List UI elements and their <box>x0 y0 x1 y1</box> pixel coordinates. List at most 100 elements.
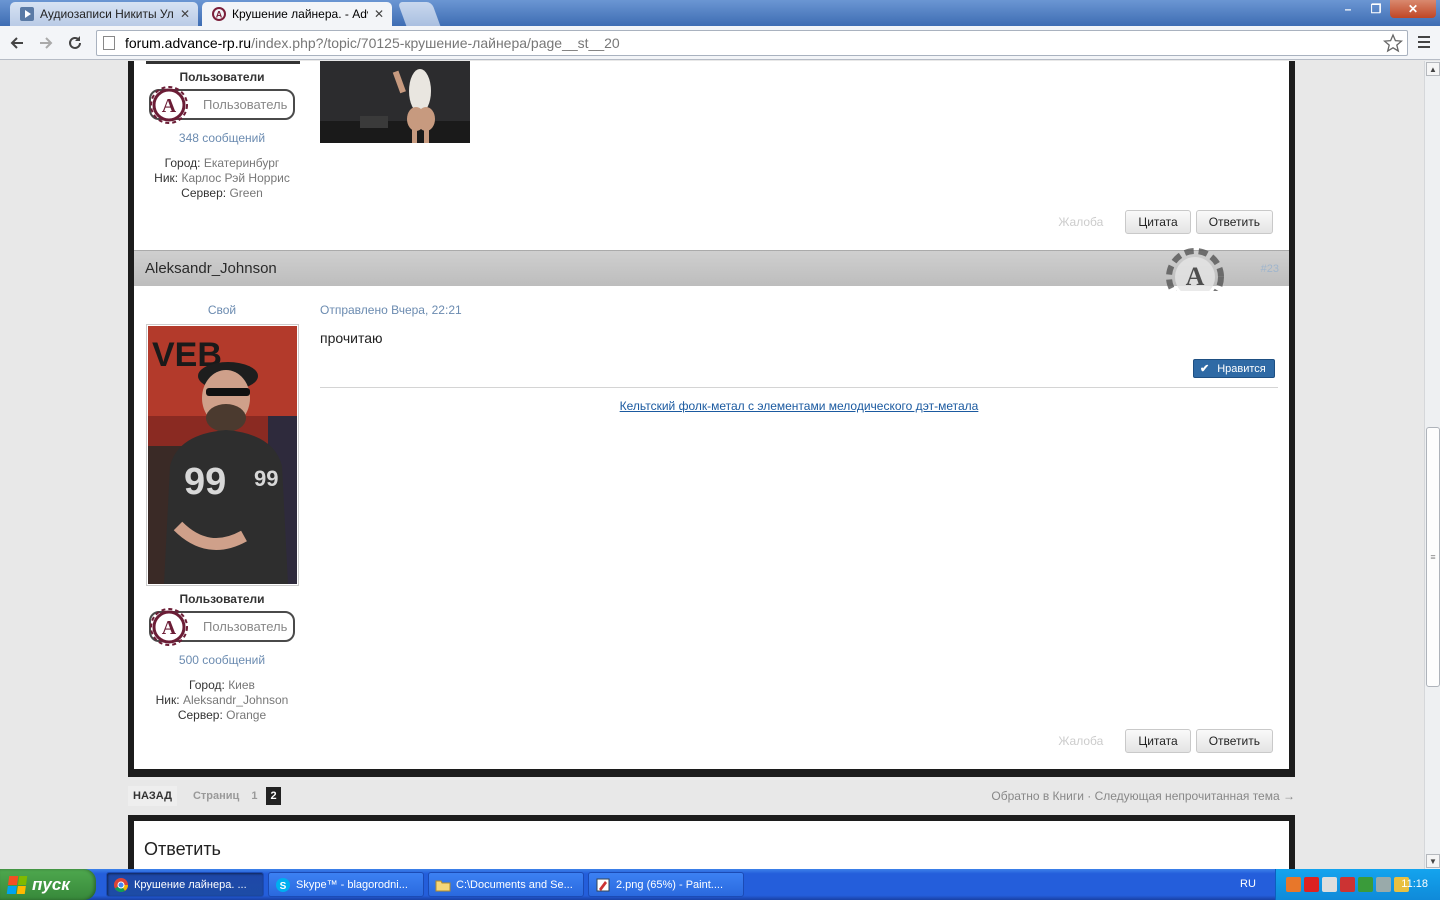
svg-text:A: A <box>162 95 177 117</box>
scroll-up-arrow-icon[interactable]: ▲ <box>1426 62 1440 76</box>
taskbar-item-label: C:\Documents and Se... <box>456 878 573 891</box>
check-icon: ✔ <box>1200 363 1210 375</box>
user-title: Свой <box>207 303 237 317</box>
close-icon[interactable]: ✕ <box>374 7 384 21</box>
field-city: Город: Киев <box>189 678 255 692</box>
start-label: пуск <box>32 874 70 894</box>
taskbar-item-paint[interactable]: 2.png (65%) - Paint.... <box>588 872 744 897</box>
field-server: Сервер: Orange <box>177 708 267 722</box>
page-link-1[interactable]: 1 <box>251 790 257 802</box>
tray-app-icon[interactable] <box>1286 877 1301 892</box>
page-viewport: Пользователи A Пользователь 348 сообщени… <box>0 61 1424 869</box>
browser-tab-strip: Аудиозаписи Никиты Ульяно ✕ A Крушение л… <box>0 0 1440 26</box>
reply-title: Ответить <box>144 839 221 859</box>
windows-flag-icon <box>6 875 28 894</box>
signature-link[interactable]: Кельтский фолк-метал с элементами мелоди… <box>320 399 1278 413</box>
folder-icon <box>435 877 451 893</box>
post-author[interactable]: Aleksandr_Johnson <box>145 260 277 277</box>
svg-text:A: A <box>216 10 223 20</box>
url-path: /index.php?/topic/70125-крушение-лайнера… <box>251 35 620 51</box>
advance-logo-icon: A <box>212 7 226 21</box>
rank-label: Пользователь <box>203 619 288 634</box>
user-group: Пользователи <box>179 70 265 84</box>
reply-button[interactable]: Ответить <box>1195 729 1273 753</box>
scroll-down-arrow-icon[interactable]: ▼ <box>1426 854 1440 868</box>
close-icon[interactable]: ✕ <box>180 7 190 21</box>
taskbar-item-explorer[interactable]: C:\Documents and Se... <box>428 872 584 897</box>
field-city: Город: Екатеринбург <box>164 156 280 170</box>
rank-label: Пользователь <box>203 97 288 112</box>
svg-text:A: A <box>1186 262 1205 291</box>
field-server: Сервер: Green <box>181 186 263 200</box>
reload-button[interactable] <box>62 30 88 56</box>
report-link[interactable]: Жалоба <box>1058 734 1103 748</box>
page-scrollbar[interactable]: ▲ ≡ ▼ <box>1424 61 1440 869</box>
report-link[interactable]: Жалоба <box>1058 215 1103 229</box>
topic-nav-links[interactable]: Обратно в Книги · Следующая непрочитанна… <box>991 789 1295 803</box>
scroll-thumb[interactable]: ≡ <box>1426 427 1440 687</box>
reply-box: Ответить <box>134 821 1289 869</box>
chrome-icon <box>113 877 129 893</box>
start-button[interactable]: пуск <box>0 869 96 900</box>
user-group: Пользователи <box>179 592 265 606</box>
svg-text:99: 99 <box>254 466 278 491</box>
user-pane-prev: Пользователи A Пользователь 348 сообщени… <box>134 70 310 201</box>
reply-button[interactable]: Ответить <box>1195 210 1273 234</box>
skype-icon: S <box>275 877 291 893</box>
advance-watermark-icon: A <box>1166 248 1224 291</box>
like-button[interactable]: ✔ Нравится <box>1193 359 1275 378</box>
profile-fields: Город: Екатеринбург Ник: Карлос Рэй Норр… <box>134 156 310 201</box>
tab-audio[interactable]: Аудиозаписи Никиты Ульяно ✕ <box>10 2 198 26</box>
posts-container: Пользователи A Пользователь 348 сообщени… <box>134 61 1289 769</box>
reload-icon <box>69 36 81 49</box>
quote-button[interactable]: Цитата <box>1125 729 1191 753</box>
restore-button[interactable]: ❐ <box>1362 0 1390 18</box>
tray-app-icon[interactable] <box>1340 877 1355 892</box>
post-actions-prev: Жалоба Цитата Ответить <box>1058 210 1273 234</box>
taskbar-item-chrome[interactable]: Крушение лайнера. ... <box>106 872 264 897</box>
back-button[interactable] <box>4 30 30 56</box>
posts-count-link[interactable]: 348 сообщений <box>134 131 310 145</box>
avatar[interactable]: VEB 99 99 <box>145 324 299 586</box>
quote-button[interactable]: Цитата <box>1125 210 1191 234</box>
user-pane: Свой VEB 99 99 Пользователи A Пользовате… <box>134 303 310 723</box>
close-window-button[interactable]: ✕ <box>1390 0 1436 18</box>
address-bar[interactable]: forum.advance-rp.ru/index.php?/topic/701… <box>96 30 1408 56</box>
rank-badge: A Пользователь <box>149 608 295 646</box>
forward-button[interactable] <box>33 30 59 56</box>
pagination-back-button[interactable]: НАЗАД <box>128 786 177 806</box>
avatar-bottom-edge <box>146 61 300 64</box>
browser-toolbar: forum.advance-rp.ru/index.php?/topic/701… <box>0 26 1440 60</box>
post-body: прочитаю <box>320 330 383 346</box>
new-tab-button[interactable] <box>397 2 441 26</box>
url-host: forum.advance-rp.ru <box>125 35 252 51</box>
language-indicator[interactable]: RU <box>1240 878 1256 890</box>
page-icon <box>103 36 115 50</box>
advance-logo-icon: A <box>150 86 188 124</box>
tray-app-icon[interactable] <box>1358 877 1373 892</box>
profile-fields: Город: Киев Ник: Aleksandr_Johnson Серве… <box>134 678 310 723</box>
posts-count-link[interactable]: 500 сообщений <box>134 653 310 667</box>
minimize-button[interactable]: – <box>1334 0 1362 18</box>
rank-badge: A Пользователь <box>149 86 295 124</box>
menu-icon[interactable] <box>1414 32 1434 52</box>
post-attached-image[interactable] <box>320 61 470 143</box>
tray-app-icon[interactable] <box>1304 877 1319 892</box>
volume-icon[interactable] <box>1322 877 1337 892</box>
post-header: Aleksandr_Johnson A #23 <box>134 248 1289 291</box>
tab-title: Крушение лайнера. - Advanc <box>232 7 368 21</box>
post-number-link[interactable]: #23 <box>1261 263 1279 275</box>
bookmark-star-icon[interactable] <box>1382 33 1404 56</box>
tray-app-icon[interactable] <box>1376 877 1391 892</box>
svg-text:A: A <box>162 617 177 639</box>
taskbar-item-label: 2.png (65%) - Paint.... <box>616 878 723 891</box>
like-label: Нравится <box>1217 362 1266 375</box>
taskbar: пуск Крушение лайнера. ... S Skype™ - bl… <box>0 869 1440 900</box>
field-nick: Ник: Карлос Рэй Норрис <box>154 171 290 185</box>
post-actions: Жалоба Цитата Ответить <box>1058 729 1273 753</box>
reply-section: Ответить <box>128 815 1295 869</box>
tab-forum[interactable]: A Крушение лайнера. - Advanc ✕ <box>202 2 392 26</box>
taskbar-item-skype[interactable]: S Skype™ - blagorodni... <box>268 872 424 897</box>
play-icon <box>20 7 34 21</box>
advance-logo-icon: A <box>150 608 188 646</box>
